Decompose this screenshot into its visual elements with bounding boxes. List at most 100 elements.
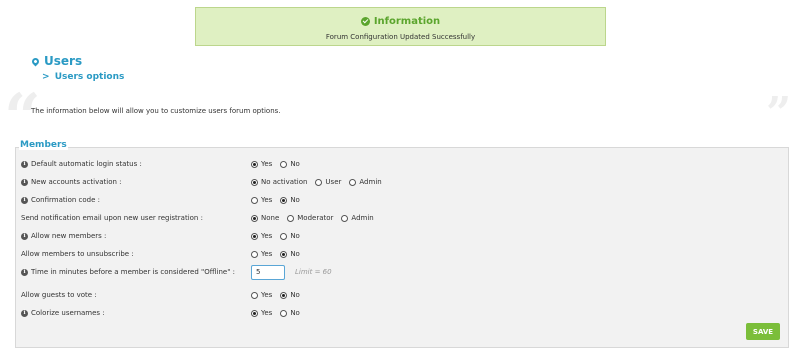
radio-button[interactable] bbox=[287, 214, 295, 222]
save-button[interactable]: SAVE bbox=[746, 323, 780, 340]
radio-option[interactable]: No bbox=[280, 250, 300, 258]
radio-button[interactable] bbox=[280, 309, 288, 317]
radio-option-label[interactable]: No bbox=[290, 160, 300, 168]
field-label-text: Allow new members : bbox=[31, 232, 107, 240]
radio-option[interactable]: No bbox=[280, 309, 300, 317]
radio-option[interactable]: Yes bbox=[251, 196, 272, 204]
breadcrumb-users-options[interactable]: Users options bbox=[55, 72, 125, 82]
info-circle-icon[interactable]: i bbox=[21, 196, 28, 204]
info-circle-icon[interactable]: i bbox=[21, 232, 28, 240]
radio-option-label[interactable]: Yes bbox=[261, 160, 272, 168]
radio-option[interactable]: User bbox=[315, 178, 341, 186]
field-label-text: Default automatic login status : bbox=[31, 160, 142, 168]
radio-option[interactable]: No bbox=[280, 232, 300, 240]
field-label-text: Time in minutes before a member is consi… bbox=[31, 268, 236, 276]
radio-option-label[interactable]: No bbox=[290, 250, 300, 258]
breadcrumb[interactable]: > Users options bbox=[42, 72, 124, 82]
radio-option-label[interactable]: No bbox=[290, 232, 300, 240]
field-row: i Colorize usernames : Yes No bbox=[21, 307, 781, 319]
radio-button-checked[interactable] bbox=[251, 309, 258, 317]
radio-option-label[interactable]: No bbox=[290, 291, 300, 299]
radio-button-checked[interactable] bbox=[280, 250, 288, 258]
radio-option-label[interactable]: No bbox=[290, 309, 300, 317]
field-row: i Allow new members : Yes No bbox=[21, 230, 781, 242]
field-options: No activation User Admin bbox=[251, 178, 382, 186]
radio-option-label[interactable]: None bbox=[261, 214, 279, 222]
radio-button-checked[interactable] bbox=[251, 232, 258, 240]
radio-button-checked[interactable] bbox=[280, 196, 288, 204]
page-title: Users bbox=[30, 54, 83, 68]
alert-message: Forum Configuration Updated Successfully bbox=[325, 33, 476, 41]
radio-option[interactable]: Admin bbox=[349, 178, 382, 186]
field-row: Allow members to unsubscribe : Yes No bbox=[21, 248, 781, 260]
radio-option-label[interactable]: No activation bbox=[261, 178, 307, 186]
radio-option[interactable]: No bbox=[280, 160, 300, 168]
radio-option[interactable]: Moderator bbox=[287, 214, 333, 222]
radio-option[interactable]: Yes bbox=[251, 291, 272, 299]
info-circle-icon[interactable]: i bbox=[21, 309, 28, 317]
field-label-text: Colorize usernames : bbox=[31, 309, 105, 317]
radio-button-checked[interactable] bbox=[251, 160, 258, 168]
radio-button-checked[interactable] bbox=[280, 291, 288, 299]
radio-option-label[interactable]: No bbox=[290, 196, 300, 204]
radio-button-checked[interactable] bbox=[251, 178, 258, 186]
info-circle-icon[interactable]: i bbox=[21, 178, 28, 186]
radio-option[interactable]: No activation bbox=[251, 178, 307, 186]
field-label: i Default automatic login status : bbox=[21, 160, 251, 168]
field-label-text: Allow guests to vote : bbox=[21, 291, 97, 299]
field-options: Yes No bbox=[251, 196, 300, 204]
field-label: Allow guests to vote : bbox=[21, 291, 251, 299]
radio-button[interactable] bbox=[251, 291, 258, 299]
radio-button[interactable] bbox=[251, 250, 258, 258]
radio-button-checked[interactable] bbox=[251, 214, 258, 222]
radio-option-label[interactable]: Yes bbox=[261, 196, 272, 204]
field-label-text: Confirmation code : bbox=[31, 196, 100, 204]
radio-option[interactable]: Yes bbox=[251, 250, 272, 258]
quote-close-icon: ” bbox=[766, 88, 792, 139]
radio-option-label[interactable]: Moderator bbox=[297, 214, 333, 222]
members-legend: Members bbox=[19, 140, 68, 150]
field-label: i New accounts activation : bbox=[21, 178, 251, 186]
radio-option[interactable]: Yes bbox=[251, 309, 272, 317]
info-circle-icon[interactable]: i bbox=[21, 268, 28, 276]
radio-option-label[interactable]: Admin bbox=[351, 214, 373, 222]
radio-button[interactable] bbox=[315, 178, 323, 186]
field-options: Yes No bbox=[251, 250, 300, 258]
field-row: i New accounts activation : No activation U… bbox=[21, 176, 781, 188]
field-options: Yes No bbox=[251, 291, 300, 299]
radio-option[interactable]: Yes bbox=[251, 232, 272, 240]
field-label: i Time in minutes before a member is cons… bbox=[21, 268, 251, 276]
radio-option-label[interactable]: Yes bbox=[261, 291, 272, 299]
radio-option[interactable]: None bbox=[251, 214, 279, 222]
field-row: Send notification email upon new user re… bbox=[21, 212, 781, 224]
radio-option[interactable]: No bbox=[280, 196, 300, 204]
radio-option-label[interactable]: Yes bbox=[261, 309, 272, 317]
field-row: i Time in minutes before a member is cons… bbox=[21, 264, 781, 280]
radio-button[interactable] bbox=[280, 160, 288, 168]
offline-minutes-input[interactable] bbox=[251, 264, 285, 280]
check-circle-icon bbox=[360, 17, 370, 26]
field-label-text: Allow members to unsubscribe : bbox=[21, 250, 134, 258]
page-title-text: Users bbox=[44, 54, 83, 68]
radio-option-label[interactable]: Admin bbox=[359, 178, 381, 186]
alert-title-row: Information bbox=[196, 16, 605, 27]
field-row: i Confirmation code : Yes No bbox=[21, 194, 781, 206]
radio-option[interactable]: Admin bbox=[341, 214, 374, 222]
radio-option-label[interactable]: User bbox=[325, 178, 341, 186]
radio-button[interactable] bbox=[251, 196, 258, 204]
limit-hint: Limit = 60 bbox=[295, 268, 332, 276]
radio-option-label[interactable]: Yes bbox=[261, 232, 272, 240]
field-row: i Default automatic login status : Yes No bbox=[21, 158, 781, 170]
field-label: i Confirmation code : bbox=[21, 196, 251, 204]
radio-button[interactable] bbox=[349, 178, 357, 186]
field-label-text: Send notification email upon new user re… bbox=[21, 214, 203, 222]
field-label: i Colorize usernames : bbox=[21, 309, 251, 317]
radio-option[interactable]: No bbox=[280, 291, 300, 299]
radio-option-label[interactable]: Yes bbox=[261, 250, 272, 258]
radio-option[interactable]: Yes bbox=[251, 160, 272, 168]
radio-button[interactable] bbox=[341, 214, 349, 222]
info-circle-icon[interactable]: i bbox=[21, 160, 28, 168]
field-label: Send notification email upon new user re… bbox=[21, 214, 251, 222]
radio-button[interactable] bbox=[280, 232, 288, 240]
alert-title: Information bbox=[373, 16, 441, 27]
